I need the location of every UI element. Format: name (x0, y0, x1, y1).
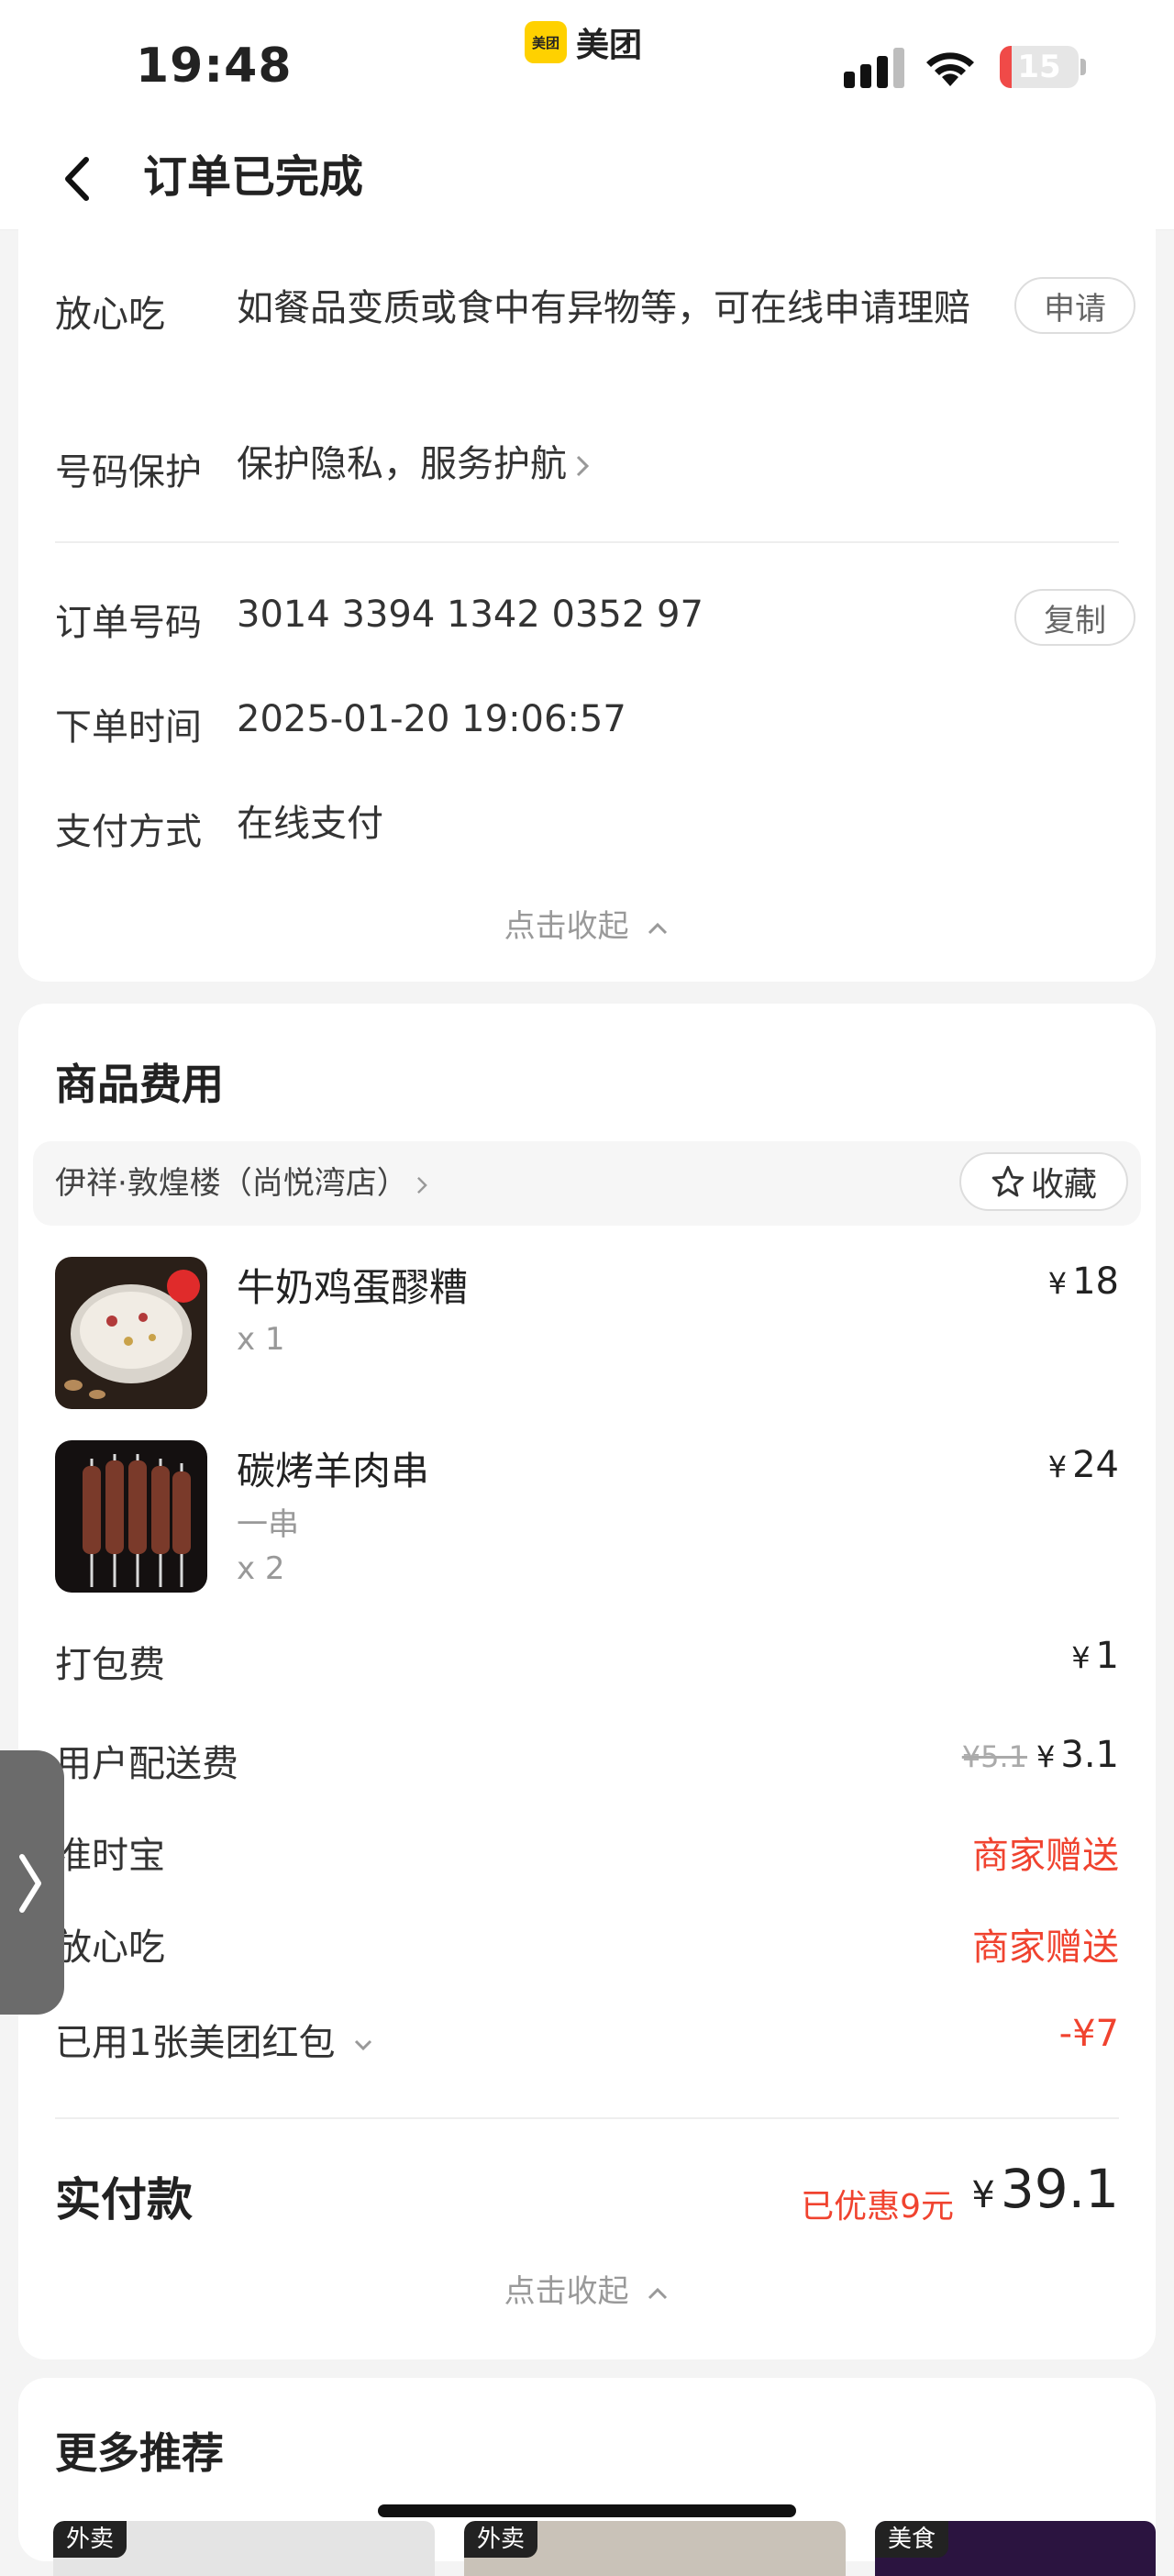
currency-symbol: ¥ (971, 2174, 995, 2216)
row-label: 放心吃 (55, 294, 165, 336)
collapse-label: 点击收起 (504, 2273, 629, 2310)
saved-amount: 已优惠9元 (801, 2188, 954, 2226)
currency-symbol: ¥ (1047, 1266, 1068, 1301)
fee-label-text: 已用1张美团红包 (55, 2022, 336, 2064)
app-name: 美团 (576, 27, 643, 64)
divider (55, 541, 1119, 543)
fee-value: 商家赠送 (972, 1926, 1119, 1969)
item-quantity: x 1 (237, 1321, 285, 1358)
order-time: 2025-01-20 19:06:57 (237, 698, 626, 740)
goods-card: 商品费用 伊祥·敦煌楼（尚悦湾店） 收藏 牛奶鸡蛋醪糟 x 1 ¥18 碳烤羊肉… (18, 1004, 1156, 2359)
fee-value: 商家赠送 (972, 1835, 1119, 1877)
home-indicator[interactable] (378, 2504, 796, 2517)
item-price: ¥18 (1048, 1260, 1119, 1303)
section-title: 商品费用 (55, 1060, 224, 1109)
total-amount: ¥39.1 (971, 2158, 1119, 2220)
fee-label: 打包费 (55, 1644, 165, 1686)
item-thumbnail[interactable] (55, 1257, 207, 1409)
fee-value: ¥5.1 ¥3.1 (962, 1734, 1119, 1776)
recommendation-tile[interactable]: 美食 (875, 2521, 1156, 2576)
cellular-signal-icon (844, 48, 904, 88)
copy-button[interactable]: 复制 (1014, 589, 1135, 646)
battery-icon: 15 (1000, 46, 1079, 88)
row-value-text: 保护隐私，服务护航 (237, 443, 567, 485)
total-label: 实付款 (55, 2173, 193, 2226)
recommendation-tag: 外卖 (464, 2521, 538, 2558)
section-title: 更多推荐 (55, 2428, 224, 2478)
row-label: 号码保护 (55, 451, 202, 494)
row-label: 下单时间 (55, 706, 202, 749)
currency-symbol: ¥ (1047, 1449, 1068, 1484)
recommendation-tag: 美食 (875, 2521, 949, 2558)
currency-symbol: ¥ (1036, 1739, 1056, 1774)
battery-cap (1080, 59, 1086, 75)
page-title: 订单已完成 (143, 151, 364, 203)
item-thumbnail[interactable] (55, 1440, 207, 1593)
fee-value: ¥1 (1071, 1635, 1119, 1677)
star-icon (991, 1165, 1024, 1197)
shop-name-link[interactable]: 伊祥·敦煌楼（尚悦湾店） (55, 1141, 430, 1226)
navigation-bar: 订单已完成 (0, 128, 1174, 230)
battery-level: 15 (1017, 49, 1061, 85)
divider (55, 2117, 1119, 2119)
item-name: 牛奶鸡蛋醪糟 (237, 1265, 469, 1310)
side-drawer-handle[interactable] (0, 1750, 64, 2015)
price-value: 24 (1072, 1444, 1119, 1486)
status-bar: 19:48 美团 美团 15 (0, 0, 1174, 128)
fee-value: -¥7 (1058, 2013, 1119, 2055)
item-name: 碳烤羊肉串 (237, 1449, 430, 1493)
chevron-right-icon (19, 1854, 41, 1913)
recommendation-tag: 外卖 (53, 2521, 127, 2558)
recommendation-tile[interactable]: 外卖 (464, 2521, 846, 2576)
chevron-up-icon (648, 2287, 668, 2299)
original-price: ¥5.1 (961, 1739, 1028, 1774)
clock: 19:48 (136, 39, 293, 94)
collapse-toggle[interactable]: 点击收起 (18, 2266, 1156, 2311)
recommendation-tile[interactable]: 外卖 (53, 2521, 435, 2576)
row-label: 支付方式 (55, 811, 202, 853)
app-indicator: 美团 美团 (525, 20, 642, 64)
collapse-toggle[interactable]: 点击收起 (18, 901, 1156, 946)
chevron-right-icon (416, 1176, 427, 1194)
number-protection-link[interactable]: 保护隐私，服务护航 (237, 437, 593, 492)
chevron-up-icon (648, 922, 668, 934)
row-label: 订单号码 (55, 602, 202, 644)
item-quantity: x 2 (237, 1550, 285, 1587)
fee-label: 放心吃 (55, 1926, 165, 1969)
row-value: 如餐品变质或食中有异物等，可在线申请理赔 (237, 287, 970, 329)
collapse-label: 点击收起 (504, 908, 629, 945)
wifi-icon (926, 52, 974, 86)
order-number: 3014 3394 1342 0352 97 (237, 594, 703, 636)
payment-method: 在线支付 (237, 803, 383, 845)
order-info-card: 放心吃 如餐品变质或食中有异物等，可在线申请理赔 申请 号码保护 保护隐私，服务… (18, 229, 1156, 982)
red-packet-toggle[interactable]: 已用1张美团红包 (55, 2013, 374, 2066)
currency-symbol: ¥ (1071, 1640, 1091, 1675)
shop-row[interactable]: 伊祥·敦煌楼（尚悦湾店） 收藏 (33, 1141, 1141, 1226)
fee-amount: 1 (1095, 1635, 1119, 1677)
total-value: 39.1 (1000, 2158, 1119, 2220)
chevron-down-icon (355, 2039, 372, 2051)
fee-amount: 3.1 (1060, 1734, 1119, 1776)
favorite-button[interactable]: 收藏 (959, 1152, 1128, 1211)
favorite-label: 收藏 (1030, 1166, 1097, 1204)
apply-button[interactable]: 申请 (1014, 277, 1135, 334)
fee-label: 用户配送费 (55, 1743, 238, 1785)
chevron-right-icon (576, 455, 590, 477)
fee-label: 准时宝 (55, 1835, 165, 1877)
chevron-left-icon[interactable] (55, 147, 99, 211)
price-value: 18 (1072, 1260, 1119, 1303)
item-price: ¥24 (1048, 1444, 1119, 1486)
meituan-logo: 美团 (525, 21, 567, 63)
milk-egg-dessert-image (55, 1257, 207, 1409)
lamb-skewer-image (55, 1440, 207, 1593)
item-spec: 一串 (237, 1506, 299, 1543)
shop-name: 伊祥·敦煌楼（尚悦湾店） (55, 1165, 408, 1202)
